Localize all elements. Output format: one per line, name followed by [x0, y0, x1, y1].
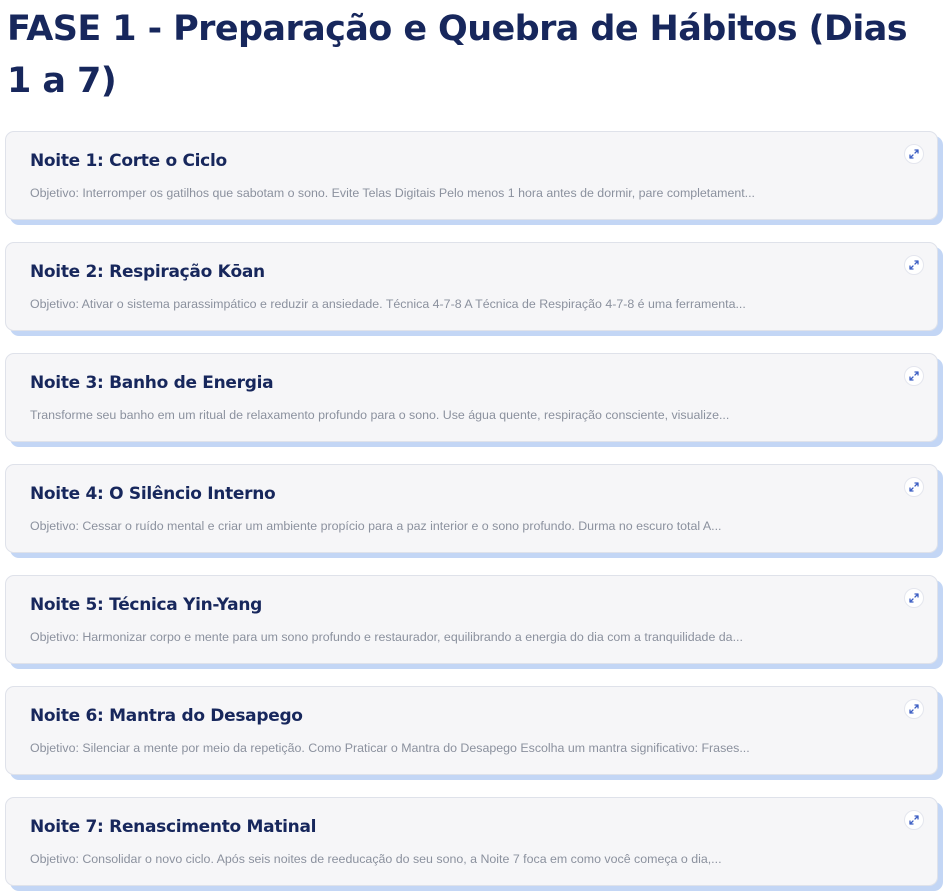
- card-title: Noite 5: Técnica Yin-Yang: [30, 595, 262, 615]
- night-card-4[interactable]: Noite 4: O Silêncio Interno Objetivo: Ce…: [5, 464, 938, 553]
- card-description: Objetivo: Silenciar a mente por meio da …: [30, 741, 750, 755]
- night-card-1[interactable]: Noite 1: Corte o Ciclo Objetivo: Interro…: [5, 131, 938, 220]
- night-card-7[interactable]: Noite 7: Renascimento Matinal Objetivo: …: [5, 797, 938, 886]
- expand-button[interactable]: [904, 366, 924, 386]
- expand-diagonal-icon: [909, 815, 919, 825]
- card-description: Objetivo: Interromper os gatilhos que sa…: [30, 186, 756, 200]
- night-card-3[interactable]: Noite 3: Banho de Energia Transforme seu…: [5, 353, 938, 442]
- expand-diagonal-icon: [909, 593, 919, 603]
- night-card-6[interactable]: Noite 6: Mantra do Desapego Objetivo: Si…: [5, 686, 938, 775]
- card-title: Noite 1: Corte o Ciclo: [30, 151, 227, 171]
- expand-button[interactable]: [904, 699, 924, 719]
- card-title: Noite 2: Respiração Kōan: [30, 262, 265, 282]
- phase-title: FASE 1 - Preparação e Quebra de Hábitos …: [7, 9, 908, 101]
- card-title: Noite 3: Banho de Energia: [30, 373, 274, 393]
- expand-diagonal-icon: [909, 371, 919, 381]
- card-title: Noite 4: O Silêncio Interno: [30, 484, 276, 504]
- expand-button[interactable]: [904, 477, 924, 497]
- card-title: Noite 7: Renascimento Matinal: [30, 817, 317, 837]
- card-description: Objetivo: Ativar o sistema parassimpátic…: [30, 297, 746, 311]
- expand-diagonal-icon: [909, 704, 919, 714]
- expand-diagonal-icon: [909, 149, 919, 159]
- card-description: Objetivo: Consolidar o novo ciclo. Após …: [30, 852, 722, 866]
- card-title: Noite 6: Mantra do Desapego: [30, 706, 303, 726]
- expand-button[interactable]: [904, 810, 924, 830]
- night-card-2[interactable]: Noite 2: Respiração Kōan Objetivo: Ativa…: [5, 242, 938, 331]
- card-description: Transforme seu banho em um ritual de rel…: [30, 408, 730, 422]
- expand-button[interactable]: [904, 255, 924, 275]
- night-card-5[interactable]: Noite 5: Técnica Yin-Yang Objetivo: Harm…: [5, 575, 938, 664]
- page: FASE 1 - Preparação e Quebra de Hábitos …: [0, 0, 946, 895]
- night-card-list: Noite 1: Corte o Ciclo Objetivo: Interro…: [5, 131, 938, 895]
- expand-button[interactable]: [904, 588, 924, 608]
- card-description: Objetivo: Cessar o ruído mental e criar …: [30, 519, 722, 533]
- expand-button[interactable]: [904, 144, 924, 164]
- expand-diagonal-icon: [909, 482, 919, 492]
- expand-diagonal-icon: [909, 260, 919, 270]
- card-description: Objetivo: Harmonizar corpo e mente para …: [30, 630, 743, 644]
